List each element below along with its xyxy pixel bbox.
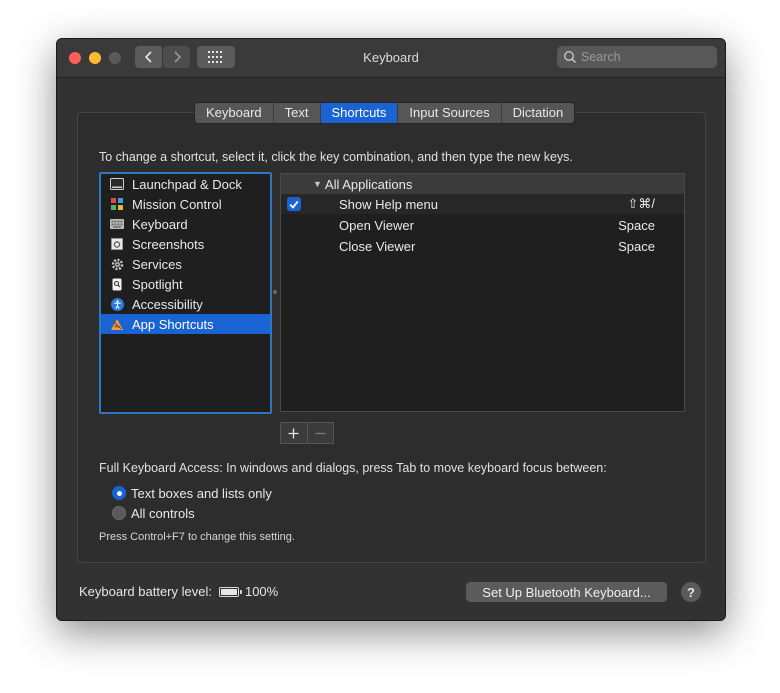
battery-label: Keyboard battery level: [79,584,212,599]
shortcut-group-row[interactable]: ▼ All Applications [281,174,684,194]
keyboard-preferences-window: Keyboard Search Keyboard Text Shortcuts … [56,38,726,621]
spotlight-icon [110,277,124,291]
gear-icon [110,257,124,271]
search-icon [563,50,577,64]
shortcut-label: Close Viewer [339,238,416,254]
keyboard-icon [110,217,124,231]
category-label: Spotlight [132,276,183,292]
shortcut-row[interactable]: Open Viewer Space [281,215,684,235]
screenshot-icon [110,237,124,251]
tab-input-sources[interactable]: Input Sources [398,103,502,123]
radio-button-selected[interactable] [112,486,126,500]
add-remove-control [280,422,334,444]
shortcut-group-label: All Applications [324,176,413,192]
shortcut-row[interactable]: Close Viewer Space [281,236,684,256]
category-item-spotlight[interactable]: Spotlight [101,274,270,294]
mission-control-icon [110,197,124,211]
radio-all-controls[interactable]: All controls [112,504,195,522]
tab-shortcuts[interactable]: Shortcuts [320,103,399,123]
category-label: Services [132,256,182,272]
shortcut-enabled-checkbox[interactable] [287,197,301,211]
category-label: Accessibility [132,296,203,312]
category-item-app-shortcuts[interactable]: App Shortcuts [101,314,270,334]
launchpad-dock-icon [110,177,124,191]
full-keyboard-access-label: Full Keyboard Access: In windows and dia… [99,461,607,475]
radio-label: All controls [131,505,195,521]
category-list: Launchpad & Dock Mission Control Keyboar… [99,172,272,414]
category-label: Launchpad & Dock [132,176,242,192]
checkmark-icon [289,200,299,209]
battery-tip [239,589,242,594]
search-placeholder: Search [581,50,621,64]
set-up-bluetooth-keyboard-button[interactable]: Set Up Bluetooth Keyboard... [466,582,667,602]
radio-button[interactable] [112,506,126,520]
battery-level-fill [220,588,237,595]
search-field[interactable]: Search [557,46,717,68]
split-view-handle[interactable] [273,290,277,294]
battery-icon [218,586,242,597]
keyboard-access-hint: Press Control+F7 to change this setting. [99,531,295,543]
tab-keyboard[interactable]: Keyboard [195,103,274,123]
category-item-mission-control[interactable]: Mission Control [101,194,270,214]
tab-text[interactable]: Text [274,103,321,123]
battery-status: Keyboard battery level: 100% [79,584,278,599]
accessibility-icon [110,297,124,311]
radio-text-boxes-lists[interactable]: Text boxes and lists only [112,484,272,502]
minus-icon [315,432,326,434]
plus-icon [288,428,299,438]
add-shortcut-button[interactable] [281,423,308,443]
shortcut-label: Open Viewer [339,217,414,233]
category-item-screenshots[interactable]: Screenshots [101,234,270,254]
category-item-services[interactable]: Services [101,254,270,274]
battery-value: 100% [244,584,279,599]
category-item-keyboard[interactable]: Keyboard [101,214,270,234]
shortcut-key[interactable]: Space [618,239,655,254]
shortcut-key[interactable]: Space [618,218,655,233]
category-item-accessibility[interactable]: Accessibility [101,294,270,314]
shortcut-key[interactable]: ⇧⌘/ [627,196,655,212]
radio-label: Text boxes and lists only [131,485,272,501]
shortcut-table: ▼ All Applications Show Help menu ⇧⌘/ Op… [280,173,685,412]
category-label: Screenshots [132,236,205,252]
shortcut-row[interactable]: Show Help menu ⇧⌘/ [281,194,684,214]
category-label: Mission Control [132,196,222,212]
tab-bar: Keyboard Text Shortcuts Input Sources Di… [194,102,576,124]
tab-dictation[interactable]: Dictation [502,103,575,123]
category-label: App Shortcuts [132,316,214,332]
remove-shortcut-button[interactable] [308,423,334,443]
titlebar: Keyboard Search [57,39,725,78]
app-shortcuts-icon [110,317,124,331]
disclosure-triangle-icon[interactable]: ▼ [313,179,322,189]
category-item-launchpad-dock[interactable]: Launchpad & Dock [101,174,270,194]
category-label: Keyboard [132,216,188,232]
instruction-text: To change a shortcut, select it, click t… [99,150,573,164]
shortcut-label: Show Help menu [339,196,438,212]
help-button[interactable]: ? [681,582,701,602]
